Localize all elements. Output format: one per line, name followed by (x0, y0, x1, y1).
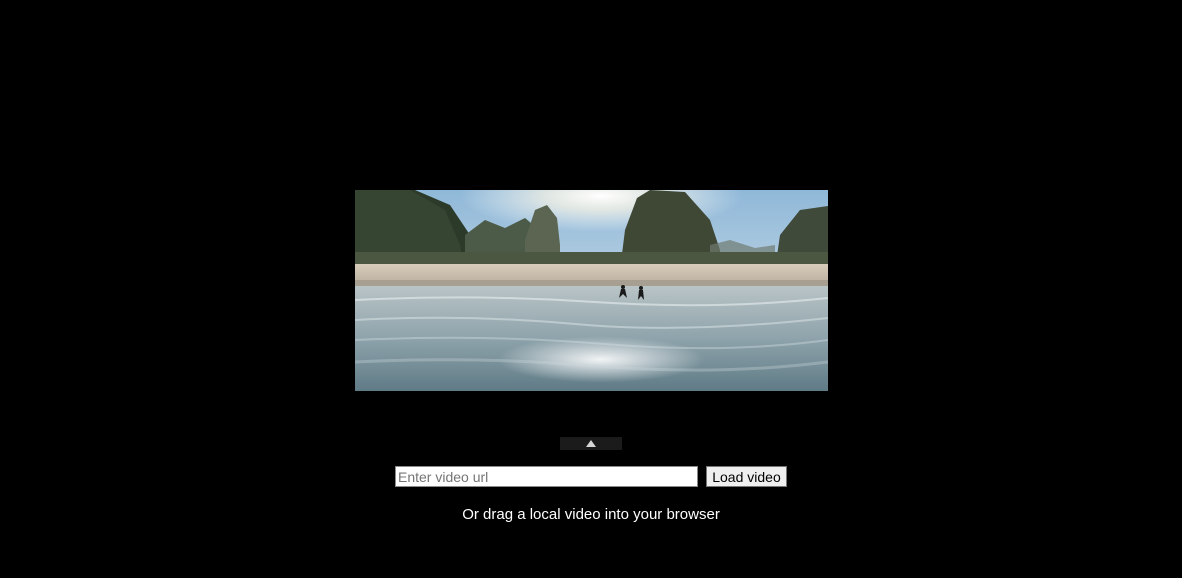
toggle-controls-button[interactable] (560, 437, 622, 450)
video-player[interactable] (355, 190, 828, 391)
load-video-button[interactable]: Load video (706, 466, 787, 487)
video-loader-page: Load video Or drag a local video into yo… (0, 0, 1182, 578)
video-url-input[interactable] (395, 466, 698, 487)
video-frame-image (355, 190, 828, 391)
drag-drop-hint: Or drag a local video into your browser (462, 506, 720, 523)
triangle-up-icon (586, 440, 596, 447)
